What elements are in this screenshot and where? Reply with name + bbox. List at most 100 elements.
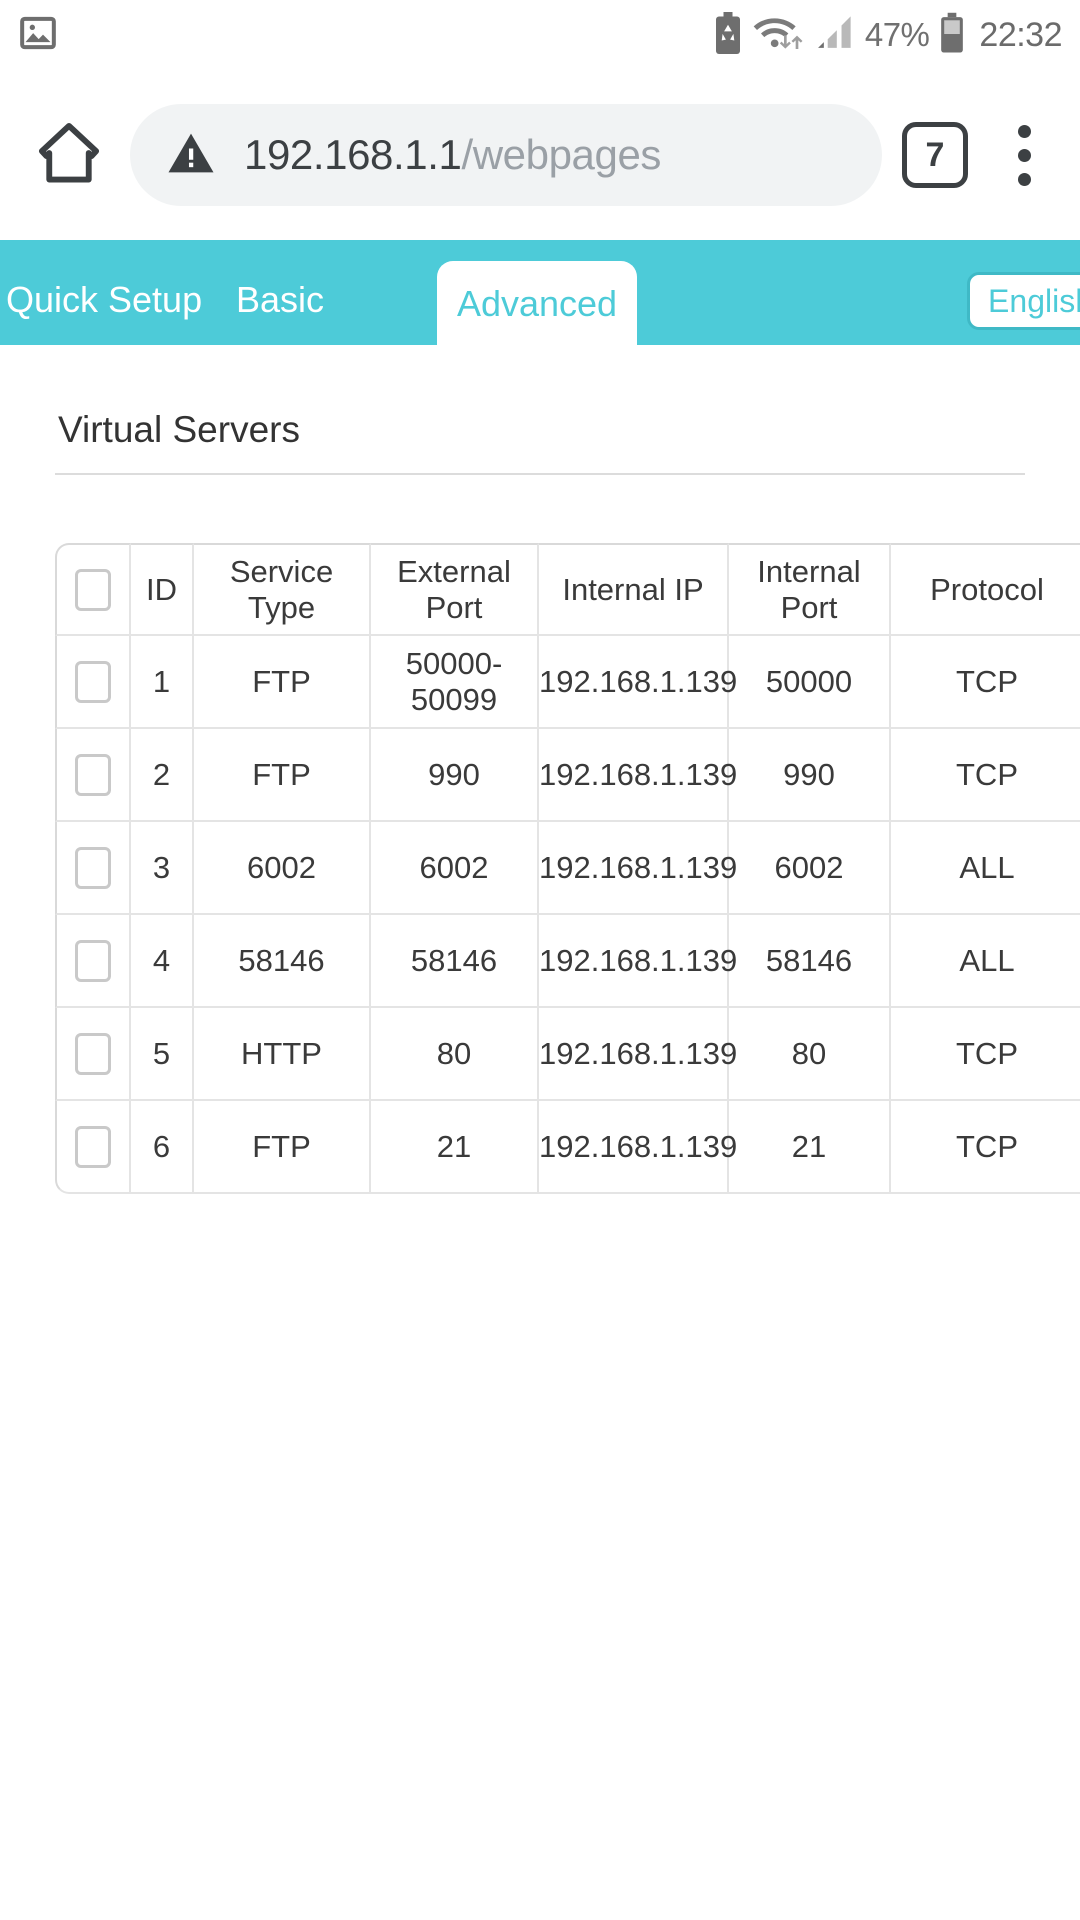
row-select-cell[interactable] bbox=[55, 915, 131, 1008]
cell-id: 1 bbox=[131, 636, 194, 729]
column-header-internal-port: Internal Port bbox=[729, 543, 891, 636]
column-header-id: ID bbox=[131, 543, 194, 636]
title-divider bbox=[55, 473, 1025, 475]
table-row[interactable]: 5 HTTP 80 192.168.1.139 80 TCP bbox=[55, 1008, 1080, 1101]
tab-quick-setup[interactable]: Quick Setup bbox=[0, 240, 236, 345]
cell-external-port: 21 bbox=[371, 1101, 539, 1194]
select-all-checkbox[interactable] bbox=[75, 568, 111, 611]
cell-id: 4 bbox=[131, 915, 194, 1008]
status-bar-clock: 22:32 bbox=[979, 15, 1062, 54]
cell-external-port: 990 bbox=[371, 729, 539, 822]
virtual-servers-table: ID Service Type External Port Internal I… bbox=[55, 543, 1080, 1194]
cell-protocol: TCP bbox=[891, 729, 1080, 822]
cell-internal-port: 50000 bbox=[729, 636, 891, 729]
battery-saver-icon bbox=[713, 11, 743, 59]
table-body: 1 FTP 50000-50099 192.168.1.139 50000 TC… bbox=[55, 636, 1080, 1194]
tab-advanced[interactable]: Advanced bbox=[437, 261, 637, 345]
tab-count-label: 7 bbox=[925, 135, 945, 174]
table-header-row: ID Service Type External Port Internal I… bbox=[55, 543, 1080, 636]
wifi-icon bbox=[753, 12, 803, 59]
tab-advanced-label: Advanced bbox=[456, 283, 618, 324]
status-bar-left bbox=[18, 13, 58, 58]
tab-basic-label: Basic bbox=[236, 279, 325, 320]
table-row[interactable]: 2 FTP 990 192.168.1.139 990 TCP bbox=[55, 729, 1080, 822]
page-content: Virtual Servers ID Service Type External… bbox=[0, 345, 1080, 1194]
more-options-icon bbox=[1017, 124, 1031, 186]
cell-internal-port: 58146 bbox=[729, 915, 891, 1008]
row-select-cell[interactable] bbox=[55, 1008, 131, 1101]
cell-external-port: 80 bbox=[371, 1008, 539, 1101]
row-select-cell[interactable] bbox=[55, 729, 131, 822]
cell-internal-port: 990 bbox=[729, 729, 891, 822]
cell-internal-port: 6002 bbox=[729, 822, 891, 915]
address-bar-url: 192.168.1.1/webpages bbox=[244, 131, 661, 179]
image-icon bbox=[18, 13, 58, 58]
router-tab-list: Quick Setup Basic Advanced bbox=[0, 240, 637, 345]
row-select-cell[interactable] bbox=[55, 1101, 131, 1194]
cell-id: 2 bbox=[131, 729, 194, 822]
cell-internal-ip: 192.168.1.139 bbox=[539, 636, 737, 729]
row-select-cell[interactable] bbox=[55, 636, 131, 729]
cell-internal-ip: 192.168.1.139 bbox=[539, 1101, 737, 1194]
cell-external-port: 50000-50099 bbox=[371, 636, 539, 729]
url-path: /webpages bbox=[461, 131, 662, 178]
tab-quick-setup-label: Quick Setup bbox=[6, 279, 203, 320]
row-select-cell[interactable] bbox=[55, 822, 131, 915]
column-header-service-type: Service Type bbox=[194, 543, 371, 636]
column-header-external-port: External Port bbox=[371, 543, 539, 636]
address-bar[interactable]: 192.168.1.1/webpages bbox=[130, 104, 882, 206]
cell-service-type: 6002 bbox=[194, 822, 371, 915]
cell-service-type: HTTP bbox=[194, 1008, 371, 1101]
battery-percent-label: 47% bbox=[864, 16, 930, 53]
row-checkbox[interactable] bbox=[75, 753, 111, 796]
cell-internal-ip: 192.168.1.139 bbox=[539, 822, 737, 915]
language-select[interactable]: English bbox=[967, 272, 1080, 330]
router-nav-bar: Quick Setup Basic Advanced English bbox=[0, 240, 1080, 345]
row-checkbox[interactable] bbox=[75, 660, 111, 703]
cell-service-type: 58146 bbox=[194, 915, 371, 1008]
column-header-protocol: Protocol bbox=[891, 543, 1080, 636]
language-select-label: English bbox=[988, 282, 1080, 319]
tab-switcher-button[interactable]: 7 bbox=[902, 122, 968, 188]
select-all-header[interactable] bbox=[55, 543, 131, 636]
cell-protocol: ALL bbox=[891, 822, 1080, 915]
row-checkbox[interactable] bbox=[75, 846, 111, 889]
cell-service-type: FTP bbox=[194, 729, 371, 822]
home-icon bbox=[32, 116, 106, 195]
cell-protocol: TCP bbox=[891, 1101, 1080, 1194]
cell-internal-ip: 192.168.1.139 bbox=[539, 915, 737, 1008]
cell-internal-ip: 192.168.1.139 bbox=[539, 1008, 737, 1101]
status-bar-right: 47% 22:32 bbox=[713, 11, 1062, 59]
cell-id: 6 bbox=[131, 1101, 194, 1194]
warning-triangle-icon[interactable] bbox=[164, 126, 218, 185]
cell-protocol: TCP bbox=[891, 1008, 1080, 1101]
cell-service-type: FTP bbox=[194, 1101, 371, 1194]
page-title: Virtual Servers bbox=[58, 409, 300, 450]
browser-toolbar: 192.168.1.1/webpages 7 bbox=[0, 70, 1080, 240]
table-row[interactable]: 3 6002 6002 192.168.1.139 6002 ALL bbox=[55, 822, 1080, 915]
cell-id: 5 bbox=[131, 1008, 194, 1101]
battery-icon bbox=[939, 12, 965, 59]
browser-menu-button[interactable] bbox=[994, 112, 1054, 198]
tab-basic[interactable]: Basic bbox=[236, 240, 374, 345]
cell-protocol: ALL bbox=[891, 915, 1080, 1008]
row-checkbox[interactable] bbox=[75, 939, 111, 982]
cell-internal-ip: 192.168.1.139 bbox=[539, 729, 737, 822]
cellular-signal-icon bbox=[813, 12, 855, 59]
home-button[interactable] bbox=[26, 112, 112, 198]
table-row[interactable]: 4 58146 58146 192.168.1.139 58146 ALL bbox=[55, 915, 1080, 1008]
cell-external-port: 6002 bbox=[371, 822, 539, 915]
cell-external-port: 58146 bbox=[371, 915, 539, 1008]
cell-id: 3 bbox=[131, 822, 194, 915]
cell-internal-port: 80 bbox=[729, 1008, 891, 1101]
url-host: 192.168.1.1 bbox=[244, 131, 462, 178]
row-checkbox[interactable] bbox=[75, 1125, 111, 1168]
cell-internal-port: 21 bbox=[729, 1101, 891, 1194]
table-row[interactable]: 6 FTP 21 192.168.1.139 21 TCP bbox=[55, 1101, 1080, 1194]
cell-protocol: TCP bbox=[891, 636, 1080, 729]
row-checkbox[interactable] bbox=[75, 1032, 111, 1075]
column-header-internal-ip: Internal IP bbox=[539, 543, 729, 636]
cell-service-type: FTP bbox=[194, 636, 371, 729]
table-row[interactable]: 1 FTP 50000-50099 192.168.1.139 50000 TC… bbox=[55, 636, 1080, 729]
table-header: ID Service Type External Port Internal I… bbox=[55, 543, 1080, 636]
